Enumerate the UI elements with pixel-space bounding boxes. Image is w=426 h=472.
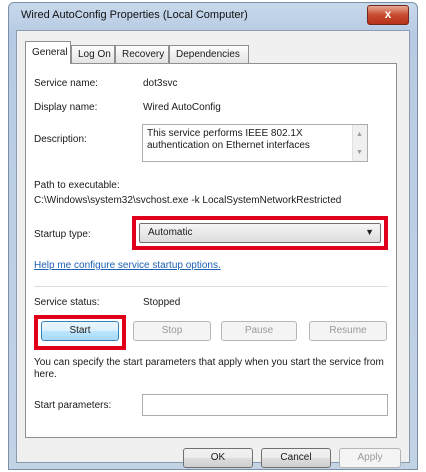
tab-dependencies[interactable]: Dependencies — [169, 45, 249, 63]
tab-recovery[interactable]: Recovery — [115, 45, 169, 63]
startup-type-value: Automatic — [148, 227, 193, 238]
cancel-button[interactable]: Cancel — [261, 448, 331, 468]
service-name-value: dot3svc — [143, 78, 178, 89]
start-params-input[interactable] — [142, 394, 388, 416]
startup-type-select[interactable]: Automatic ▼ — [139, 223, 381, 243]
service-name-label: Service name: — [34, 78, 98, 89]
service-status-label: Service status: — [34, 297, 100, 308]
tab-general[interactable]: General — [25, 41, 71, 64]
chevron-down-icon: ▼ — [365, 227, 374, 237]
close-icon: x — [384, 7, 392, 21]
title-bar[interactable]: Wired AutoConfig Properties (Local Compu… — [9, 3, 417, 29]
description-text: This service performs IEEE 802.1X authen… — [147, 128, 310, 151]
stop-button[interactable]: Stop — [133, 321, 211, 341]
path-value: C:\Windows\system32\svchost.exe -k Local… — [34, 195, 342, 206]
description-box[interactable]: This service performs IEEE 802.1X authen… — [142, 124, 368, 162]
display-name-value: Wired AutoConfig — [143, 102, 221, 113]
window-title: Wired AutoConfig Properties (Local Compu… — [21, 9, 248, 21]
pause-button[interactable]: Pause — [221, 321, 297, 341]
close-button[interactable]: x — [367, 5, 409, 25]
path-label: Path to executable: — [34, 180, 120, 191]
start-params-label: Start parameters: — [34, 400, 112, 411]
ok-button[interactable]: OK — [183, 448, 253, 468]
start-button[interactable]: Start — [41, 321, 119, 341]
general-panel: Service name: dot3svc Display name: Wire… — [25, 63, 397, 438]
help-link[interactable]: Help me configure service startup option… — [34, 260, 221, 271]
resume-button[interactable]: Resume — [309, 321, 387, 341]
startup-type-label: Startup type: — [34, 229, 91, 240]
separator — [34, 286, 388, 287]
properties-dialog: Wired AutoConfig Properties (Local Compu… — [8, 2, 418, 470]
scroll-up-icon[interactable]: ▲ — [356, 131, 363, 138]
scroll-down-icon[interactable]: ▼ — [356, 149, 363, 156]
service-status-value: Stopped — [143, 297, 181, 308]
start-params-hint: You can specify the start parameters tha… — [34, 357, 384, 380]
apply-button[interactable]: Apply — [339, 448, 401, 468]
tab-log-on[interactable]: Log On — [71, 45, 115, 63]
dialog-client-area: General Log On Recovery Dependencies Ser… — [16, 30, 410, 468]
display-name-label: Display name: — [34, 102, 98, 113]
description-scrollbar[interactable]: ▲ ▼ — [352, 125, 367, 161]
description-label: Description: — [34, 134, 87, 145]
